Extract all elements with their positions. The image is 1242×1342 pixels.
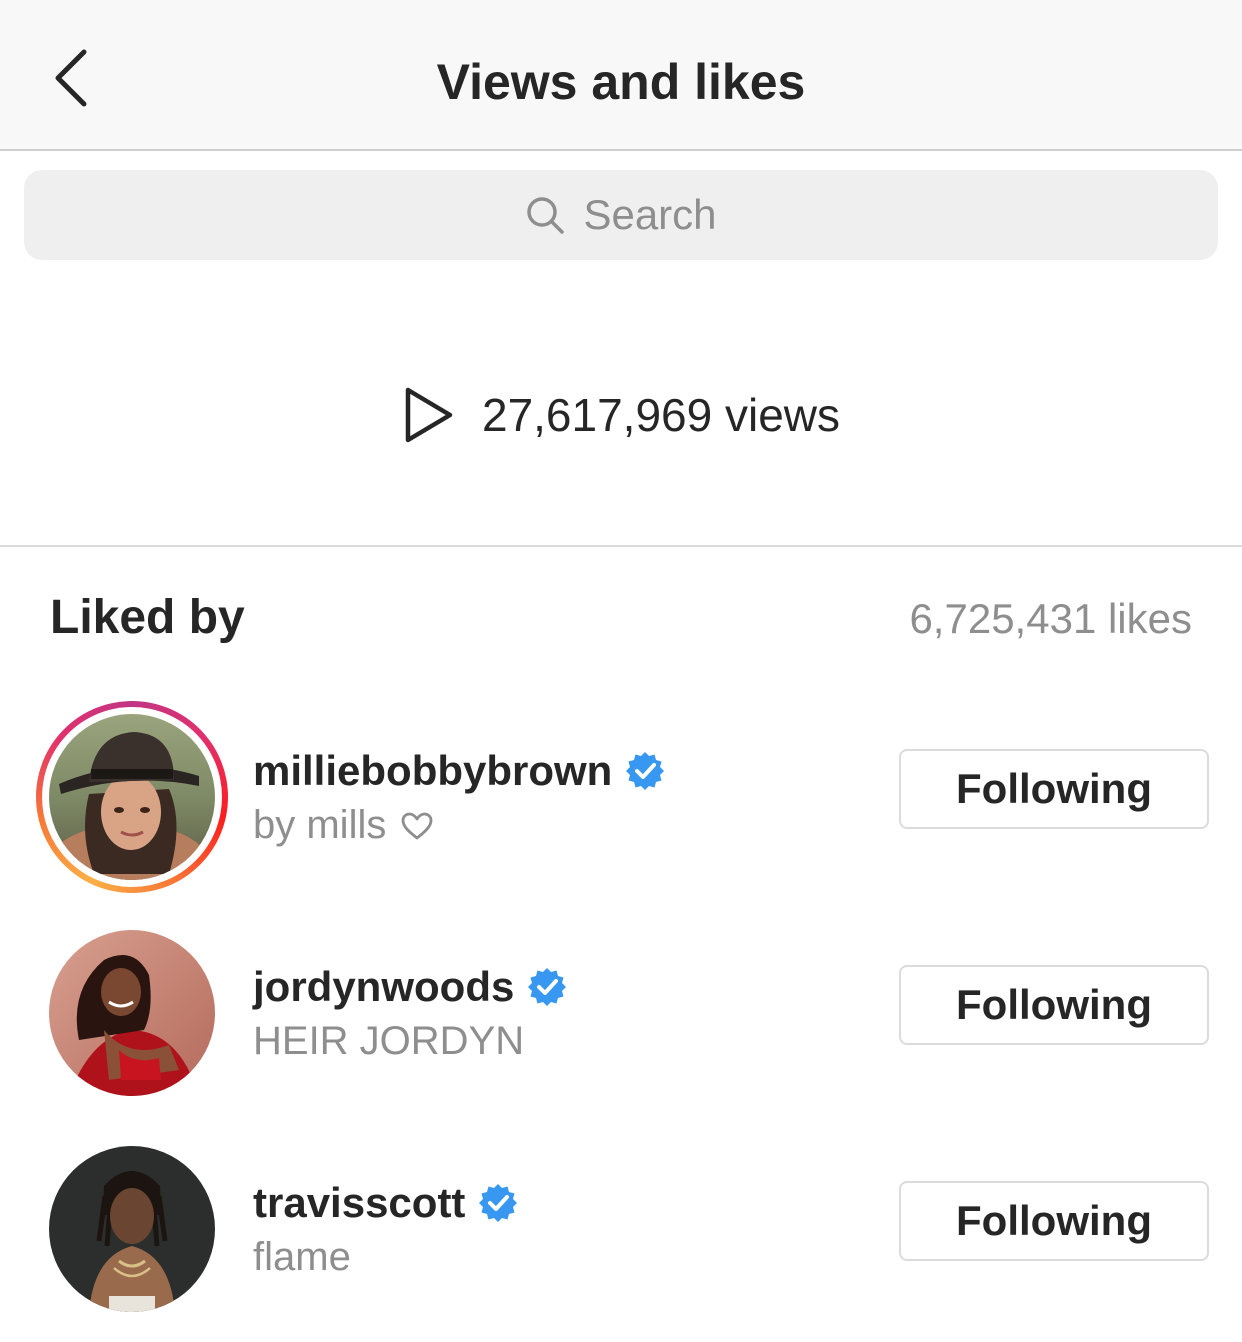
likes-count: 6,725,431 likes <box>909 595 1192 642</box>
liked-by-title: Liked by <box>50 591 245 644</box>
list-item[interactable]: jordynwoods HEIR JORDYN Following <box>0 913 1242 1113</box>
verified-badge-icon <box>626 752 665 790</box>
full-name-line: flame <box>253 1235 351 1280</box>
avatar[interactable] <box>49 714 215 880</box>
section-divider <box>0 545 1242 547</box>
username[interactable]: travisscott <box>253 1179 465 1227</box>
avatar[interactable] <box>49 1146 215 1312</box>
following-button[interactable]: Following <box>899 749 1209 829</box>
list-item[interactable]: travisscott flame Following <box>0 1129 1242 1329</box>
username-line: jordynwoods <box>253 963 568 1011</box>
verified-badge-icon <box>528 968 567 1006</box>
following-button[interactable]: Following <box>899 1181 1209 1261</box>
search-placeholder: Search <box>583 191 717 238</box>
full-name-line: HEIR JORDYN <box>253 1019 524 1064</box>
page-title: Views and likes <box>436 54 806 110</box>
list-item[interactable]: milliebobbybrown by mills Following <box>0 697 1242 897</box>
search-icon <box>527 197 565 234</box>
full-name: by mills <box>253 803 387 847</box>
username[interactable]: milliebobbybrown <box>253 747 612 795</box>
verified-badge-icon <box>479 1184 518 1222</box>
following-button[interactable]: Following <box>899 965 1209 1045</box>
username-line: milliebobbybrown <box>253 747 666 795</box>
full-name-line: by mills <box>253 803 434 848</box>
full-name: flame <box>253 1235 351 1279</box>
username[interactable]: jordynwoods <box>253 963 514 1011</box>
username-line: travisscott <box>253 1179 519 1227</box>
views-count: 27,617,969 views <box>481 389 841 441</box>
play-icon <box>405 387 453 443</box>
full-name: HEIR JORDYN <box>253 1019 525 1063</box>
views-summary: 27,617,969 views <box>0 380 1242 450</box>
avatar[interactable] <box>49 930 215 1096</box>
search-input[interactable]: Search <box>24 170 1218 260</box>
navigation-bar: Views and likes <box>0 0 1242 151</box>
heart-icon <box>401 812 433 839</box>
